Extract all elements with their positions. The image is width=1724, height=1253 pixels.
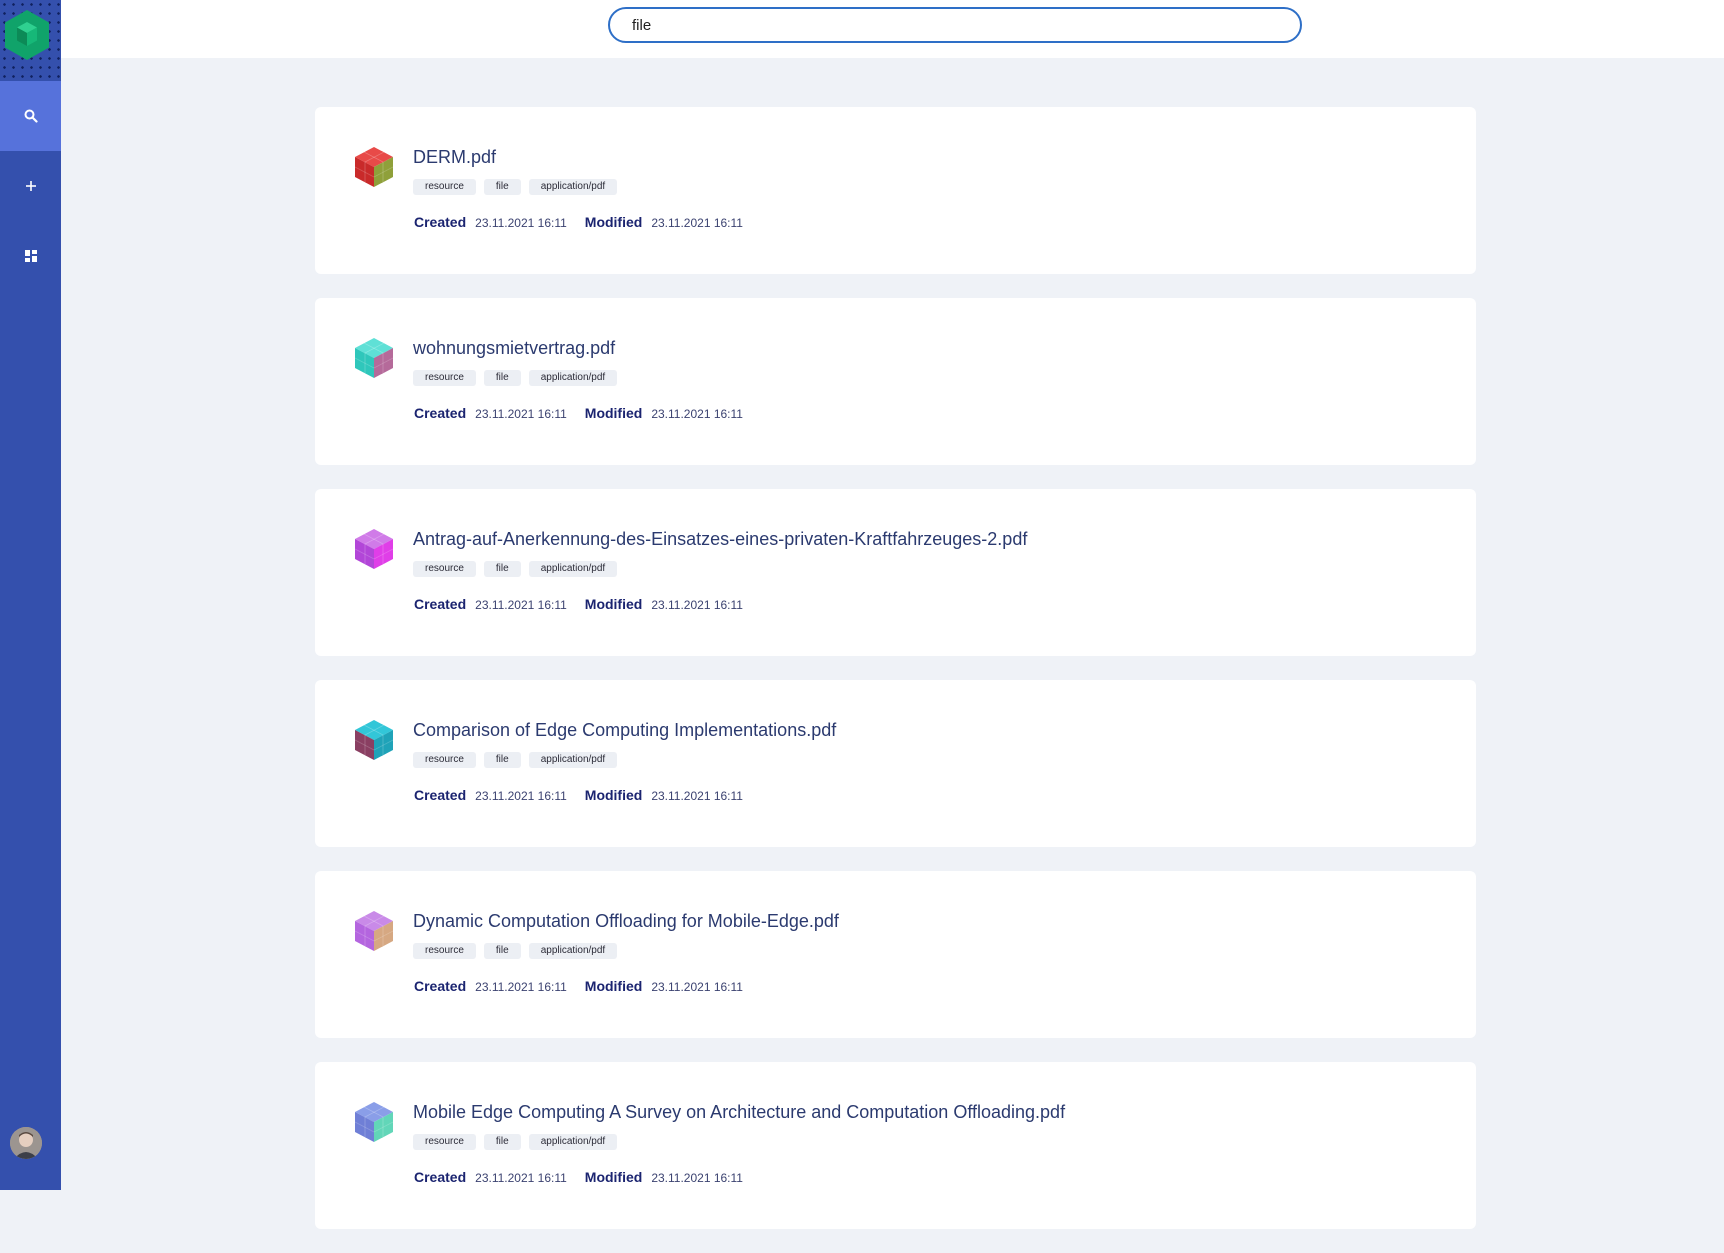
created-label: Created bbox=[414, 787, 467, 803]
logo[interactable] bbox=[0, 0, 61, 81]
tag[interactable]: file bbox=[483, 370, 521, 386]
created-value: 23.11.2021 16:11 bbox=[475, 407, 567, 421]
created-label: Created bbox=[414, 214, 467, 230]
result-meta: Created 23.11.2021 16:11 Modified 23.11.… bbox=[414, 978, 761, 994]
tag[interactable]: resource bbox=[413, 943, 476, 959]
tag[interactable]: resource bbox=[413, 1134, 476, 1150]
result-title[interactable]: wohnungsmietvertrag.pdf bbox=[413, 338, 615, 359]
modified-label: Modified bbox=[584, 214, 643, 230]
result-title[interactable]: Mobile Edge Computing A Survey on Archit… bbox=[413, 1102, 1065, 1123]
tag[interactable]: file bbox=[483, 179, 521, 195]
result-meta: Created 23.11.2021 16:11 Modified 23.11.… bbox=[414, 214, 761, 230]
result-title[interactable]: DERM.pdf bbox=[413, 147, 496, 168]
result-card[interactable]: wohnungsmietvertrag.pdf resource file appl… bbox=[315, 298, 1476, 465]
tag-list: resource file application/pdf bbox=[413, 1134, 618, 1150]
result-meta: Created 23.11.2021 16:11 Modified 23.11.… bbox=[414, 1169, 761, 1185]
sidebar bbox=[0, 0, 61, 1190]
modified-value: 23.11.2021 16:11 bbox=[651, 407, 743, 421]
cube-icon bbox=[354, 911, 394, 951]
modified-value: 23.11.2021 16:11 bbox=[651, 789, 743, 803]
tag[interactable]: resource bbox=[413, 752, 476, 768]
result-meta: Created 23.11.2021 16:11 Modified 23.11.… bbox=[414, 405, 761, 421]
result-title[interactable]: Dynamic Computation Offloading for Mobil… bbox=[413, 911, 839, 932]
modified-value: 23.11.2021 16:11 bbox=[651, 598, 743, 612]
nav-add[interactable] bbox=[0, 151, 61, 221]
result-title[interactable]: Antrag-auf-Anerkennung-des-Einsatzes-ein… bbox=[413, 529, 1027, 550]
modified-value: 23.11.2021 16:11 bbox=[651, 1171, 743, 1185]
created-value: 23.11.2021 16:11 bbox=[475, 980, 567, 994]
tag-list: resource file application/pdf bbox=[413, 561, 618, 577]
created-label: Created bbox=[414, 596, 467, 612]
result-card[interactable]: Mobile Edge Computing A Survey on Archit… bbox=[315, 1062, 1476, 1229]
cube-icon bbox=[354, 529, 394, 569]
top-bar bbox=[61, 0, 1724, 58]
tag-list: resource file application/pdf bbox=[413, 370, 618, 386]
tag[interactable]: application/pdf bbox=[528, 370, 618, 386]
cube-icon bbox=[354, 720, 394, 760]
tag[interactable]: file bbox=[483, 1134, 521, 1150]
plus-icon bbox=[25, 181, 36, 191]
created-label: Created bbox=[414, 1169, 467, 1185]
search-input[interactable] bbox=[608, 7, 1302, 43]
dashboard-icon bbox=[24, 250, 37, 262]
user-avatar[interactable] bbox=[10, 1127, 42, 1159]
nav-dashboard[interactable] bbox=[0, 221, 61, 291]
nav-search[interactable] bbox=[0, 81, 61, 151]
tag-list: resource file application/pdf bbox=[413, 943, 618, 959]
tag[interactable]: file bbox=[483, 752, 521, 768]
tag[interactable]: application/pdf bbox=[528, 561, 618, 577]
avatar-icon bbox=[10, 1127, 42, 1159]
created-value: 23.11.2021 16:11 bbox=[475, 598, 567, 612]
result-card[interactable]: Comparison of Edge Computing Implementat… bbox=[315, 680, 1476, 847]
cube-icon bbox=[354, 338, 394, 378]
result-card[interactable]: DERM.pdf resource file application/pdf Cre… bbox=[315, 107, 1476, 274]
result-card[interactable]: Antrag-auf-Anerkennung-des-Einsatzes-ein… bbox=[315, 489, 1476, 656]
tag[interactable]: application/pdf bbox=[528, 179, 618, 195]
created-value: 23.11.2021 16:11 bbox=[475, 789, 567, 803]
tag[interactable]: application/pdf bbox=[528, 752, 618, 768]
created-value: 23.11.2021 16:11 bbox=[475, 216, 567, 230]
results-list: DERM.pdf resource file application/pdf Cre… bbox=[315, 107, 1476, 1253]
modified-label: Modified bbox=[584, 596, 643, 612]
modified-value: 23.11.2021 16:11 bbox=[651, 216, 743, 230]
modified-label: Modified bbox=[584, 787, 643, 803]
result-card[interactable]: Dynamic Computation Offloading for Mobil… bbox=[315, 871, 1476, 1038]
search-icon bbox=[24, 109, 38, 123]
tag-list: resource file application/pdf bbox=[413, 179, 618, 195]
tag[interactable]: application/pdf bbox=[528, 1134, 618, 1150]
tag[interactable]: file bbox=[483, 561, 521, 577]
tag[interactable]: resource bbox=[413, 179, 476, 195]
hexagon-logo-icon bbox=[5, 10, 49, 60]
tag[interactable]: resource bbox=[413, 370, 476, 386]
modified-label: Modified bbox=[584, 978, 643, 994]
tag[interactable]: application/pdf bbox=[528, 943, 618, 959]
result-meta: Created 23.11.2021 16:11 Modified 23.11.… bbox=[414, 596, 761, 612]
modified-label: Modified bbox=[584, 1169, 643, 1185]
result-title[interactable]: Comparison of Edge Computing Implementat… bbox=[413, 720, 836, 741]
tag-list: resource file application/pdf bbox=[413, 752, 618, 768]
modified-value: 23.11.2021 16:11 bbox=[651, 980, 743, 994]
created-value: 23.11.2021 16:11 bbox=[475, 1171, 567, 1185]
result-meta: Created 23.11.2021 16:11 Modified 23.11.… bbox=[414, 787, 761, 803]
created-label: Created bbox=[414, 978, 467, 994]
cube-icon bbox=[354, 1102, 394, 1142]
tag[interactable]: resource bbox=[413, 561, 476, 577]
cube-icon bbox=[354, 147, 394, 187]
created-label: Created bbox=[414, 405, 467, 421]
modified-label: Modified bbox=[584, 405, 643, 421]
tag[interactable]: file bbox=[483, 943, 521, 959]
